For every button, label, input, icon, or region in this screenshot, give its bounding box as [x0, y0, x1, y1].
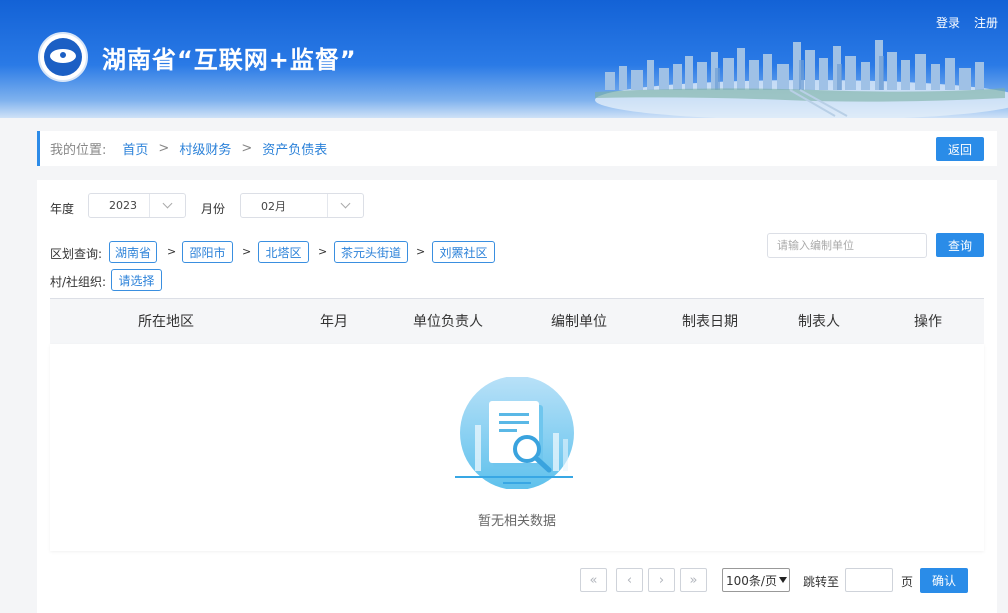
- chevron-down-icon: [327, 194, 363, 217]
- region-separator: >: [167, 245, 177, 258]
- top-links: 登录 注册: [936, 14, 998, 31]
- region-tag-city[interactable]: 邵阳市: [182, 241, 233, 263]
- org-label: 村/社组织:: [50, 275, 107, 289]
- region-tag-community[interactable]: 刘罴社区: [432, 241, 495, 263]
- year-label: 年度: [50, 202, 75, 216]
- table-body: 暂无相关数据: [50, 344, 984, 551]
- back-button[interactable]: 返回: [936, 137, 984, 161]
- breadcrumb-village-finance-link[interactable]: 村级财务: [179, 139, 231, 158]
- month-select-value: 02月: [261, 199, 286, 213]
- jump-page-input[interactable]: [845, 568, 893, 592]
- breadcrumb: 我的位置: 首页 > 村级财务 > 资产负债表 返回: [37, 131, 997, 166]
- breadcrumb-separator: >: [241, 141, 253, 156]
- page-size-select[interactable]: 100条/页: [722, 568, 790, 592]
- breadcrumb-home-link[interactable]: 首页: [122, 139, 148, 158]
- city-skyline-illustration: [595, 40, 1008, 118]
- region-tag-district[interactable]: 北塔区: [258, 241, 309, 263]
- empty-data-icon: [455, 377, 574, 489]
- last-page-button[interactable]: »: [680, 568, 707, 592]
- confirm-jump-button[interactable]: 确认: [920, 568, 968, 593]
- empty-data-text: 暂无相关数据: [477, 514, 556, 529]
- site-title: 湖南省“互联网+监督”: [102, 46, 357, 74]
- column-region: 所在地区: [138, 314, 194, 330]
- region-tag-province[interactable]: 湖南省: [109, 241, 157, 263]
- register-link[interactable]: 注册: [974, 14, 998, 31]
- logo-pupil-shape: [58, 50, 68, 60]
- chevron-down-icon: [149, 194, 185, 217]
- year-select-value: 2023: [109, 199, 137, 212]
- breadcrumb-separator: >: [158, 141, 170, 156]
- column-unit-leader: 单位负责人: [413, 314, 483, 330]
- org-select-button[interactable]: 请选择: [111, 269, 162, 291]
- month-select[interactable]: 02月: [240, 193, 364, 218]
- column-year-month: 年月: [320, 314, 348, 330]
- region-separator: >: [416, 245, 426, 258]
- site-logo: [38, 32, 88, 82]
- breadcrumb-prefix: 我的位置:: [50, 143, 107, 158]
- next-page-button[interactable]: ›: [648, 568, 675, 592]
- month-label: 月份: [201, 202, 226, 216]
- region-query-label: 区划查询:: [50, 247, 103, 261]
- column-compiling-unit: 编制单位: [551, 314, 607, 330]
- caret-down-icon: [778, 577, 787, 583]
- compiling-unit-search-input[interactable]: [767, 233, 927, 258]
- jump-to-label: 跳转至: [803, 575, 840, 589]
- column-report-date: 制表日期: [682, 314, 738, 330]
- page-size-value: 100条/页: [726, 573, 777, 588]
- first-page-button[interactable]: «: [580, 568, 607, 592]
- year-select[interactable]: 2023: [88, 193, 186, 218]
- login-link[interactable]: 登录: [936, 14, 960, 31]
- region-separator: >: [318, 245, 328, 258]
- column-actions: 操作: [914, 314, 942, 330]
- region-separator: >: [242, 245, 252, 258]
- main-panel: 年度 2023 月份 02月 区划查询: 湖南省 > 邵阳市 > 北塔区 > 茶…: [37, 180, 997, 613]
- region-tag-street[interactable]: 茶元头街道: [334, 241, 408, 263]
- page-unit-label: 页: [901, 575, 914, 589]
- prev-page-button[interactable]: ‹: [616, 568, 643, 592]
- site-header: 湖南省“互联网+监督” 登录 注册: [0, 0, 1008, 118]
- breadcrumb-balance-sheet-link[interactable]: 资产负债表: [262, 139, 327, 158]
- table-header: 所在地区 年月 单位负责人 编制单位 制表日期 制表人 操作: [50, 298, 984, 344]
- column-preparer: 制表人: [798, 314, 840, 330]
- search-button[interactable]: 查询: [936, 233, 984, 257]
